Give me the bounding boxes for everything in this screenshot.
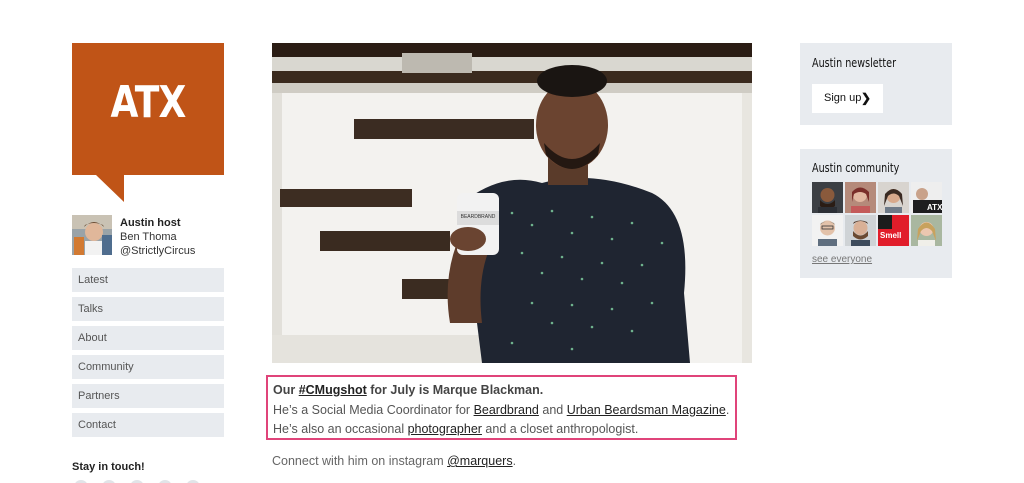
urban-beardsman-link[interactable]: Urban Beardsman Magazine bbox=[567, 403, 726, 417]
newsletter-title: Austin newsletter bbox=[812, 56, 897, 70]
community-member-avatar[interactable] bbox=[911, 215, 942, 246]
sidebar-nav: Latest Talks About Community Partners Co… bbox=[72, 268, 224, 442]
community-member-avatar[interactable] bbox=[878, 182, 909, 213]
host-title: Austin host bbox=[120, 217, 181, 229]
nav-item-talks[interactable]: Talks bbox=[72, 297, 224, 321]
host-name[interactable]: Ben Thoma bbox=[120, 230, 195, 244]
caption-line-3-suffix: and a closet anthropologist. bbox=[481, 422, 639, 436]
beardbrand-link[interactable]: Beardbrand bbox=[474, 403, 539, 417]
host-handle[interactable]: @StrictlyCircus bbox=[120, 244, 195, 258]
connect-prefix: Connect with him on instagram bbox=[272, 454, 448, 468]
photographer-link[interactable]: photographer bbox=[408, 422, 482, 436]
logo-speech-tail bbox=[96, 175, 124, 202]
connect-suffix: . bbox=[512, 454, 517, 468]
host-info: Austin host Ben Thoma @StrictlyCircus bbox=[120, 216, 195, 258]
caption-line-2-suffix: . bbox=[725, 402, 730, 417]
community-member-avatar[interactable] bbox=[812, 182, 843, 213]
community-title: Austin community bbox=[812, 161, 900, 175]
nav-item-contact[interactable]: Contact bbox=[72, 413, 224, 437]
caption-line-1: Our #CMugshot for July is Marque Blackma… bbox=[273, 381, 730, 401]
caption-line-2: He’s a Social Media Coordinator for Bear… bbox=[273, 401, 730, 421]
host-card: Austin host Ben Thoma @StrictlyCircus bbox=[72, 215, 232, 257]
connect-text: Connect with him on instagram @marquers. bbox=[272, 454, 516, 468]
newsletter-box: Austin newsletter Sign up ❯ bbox=[800, 43, 952, 125]
nav-item-partners[interactable]: Partners bbox=[72, 384, 224, 408]
see-everyone-link[interactable]: see everyone bbox=[812, 254, 872, 265]
caption-prefix: Our bbox=[273, 383, 299, 397]
signup-button[interactable]: Sign up ❯ bbox=[812, 84, 883, 113]
hero-photo: BEARDBRAND bbox=[272, 43, 752, 363]
svg-text:ATX: ATX bbox=[927, 203, 942, 212]
logo-text: ATX bbox=[110, 77, 186, 128]
stay-in-touch-heading: Stay in touch! bbox=[72, 461, 145, 473]
chevron-right-icon: ❯ bbox=[860, 91, 871, 105]
caption-line-3: He’s also an occasional photographer and… bbox=[273, 420, 730, 440]
nav-item-latest[interactable]: Latest bbox=[72, 268, 224, 292]
caption-title-suffix: for July is Marque Blackman. bbox=[366, 383, 544, 397]
instagram-handle-link[interactable]: @marquers bbox=[447, 454, 513, 468]
cmugshot-hashtag-link[interactable]: #CMugshot bbox=[299, 383, 367, 397]
caption-line-2-prefix: He’s a Social Media Coordinator for bbox=[273, 402, 474, 417]
community-member-avatar[interactable] bbox=[812, 215, 843, 246]
host-avatar[interactable] bbox=[72, 215, 112, 255]
community-member-avatar[interactable] bbox=[845, 215, 876, 246]
community-member-avatar[interactable]: Smell bbox=[878, 215, 909, 246]
community-tile-text: Smell bbox=[880, 231, 901, 240]
caption-box: Our #CMugshot for July is Marque Blackma… bbox=[266, 375, 737, 440]
caption-line-3-prefix: He’s also an occasional bbox=[273, 422, 408, 436]
nav-item-community[interactable]: Community bbox=[72, 355, 224, 379]
mug-label: BEARDBRAND bbox=[461, 214, 496, 220]
signup-label: Sign up bbox=[824, 92, 862, 104]
nav-item-about[interactable]: About bbox=[72, 326, 224, 350]
community-box: Austin community ATX Smell see everyone bbox=[800, 149, 952, 278]
caption-line-2-mid: and bbox=[538, 402, 567, 417]
community-member-avatar[interactable]: ATX bbox=[911, 182, 942, 213]
community-member-avatar[interactable] bbox=[845, 182, 876, 213]
atx-logo[interactable]: ATX bbox=[72, 43, 224, 175]
